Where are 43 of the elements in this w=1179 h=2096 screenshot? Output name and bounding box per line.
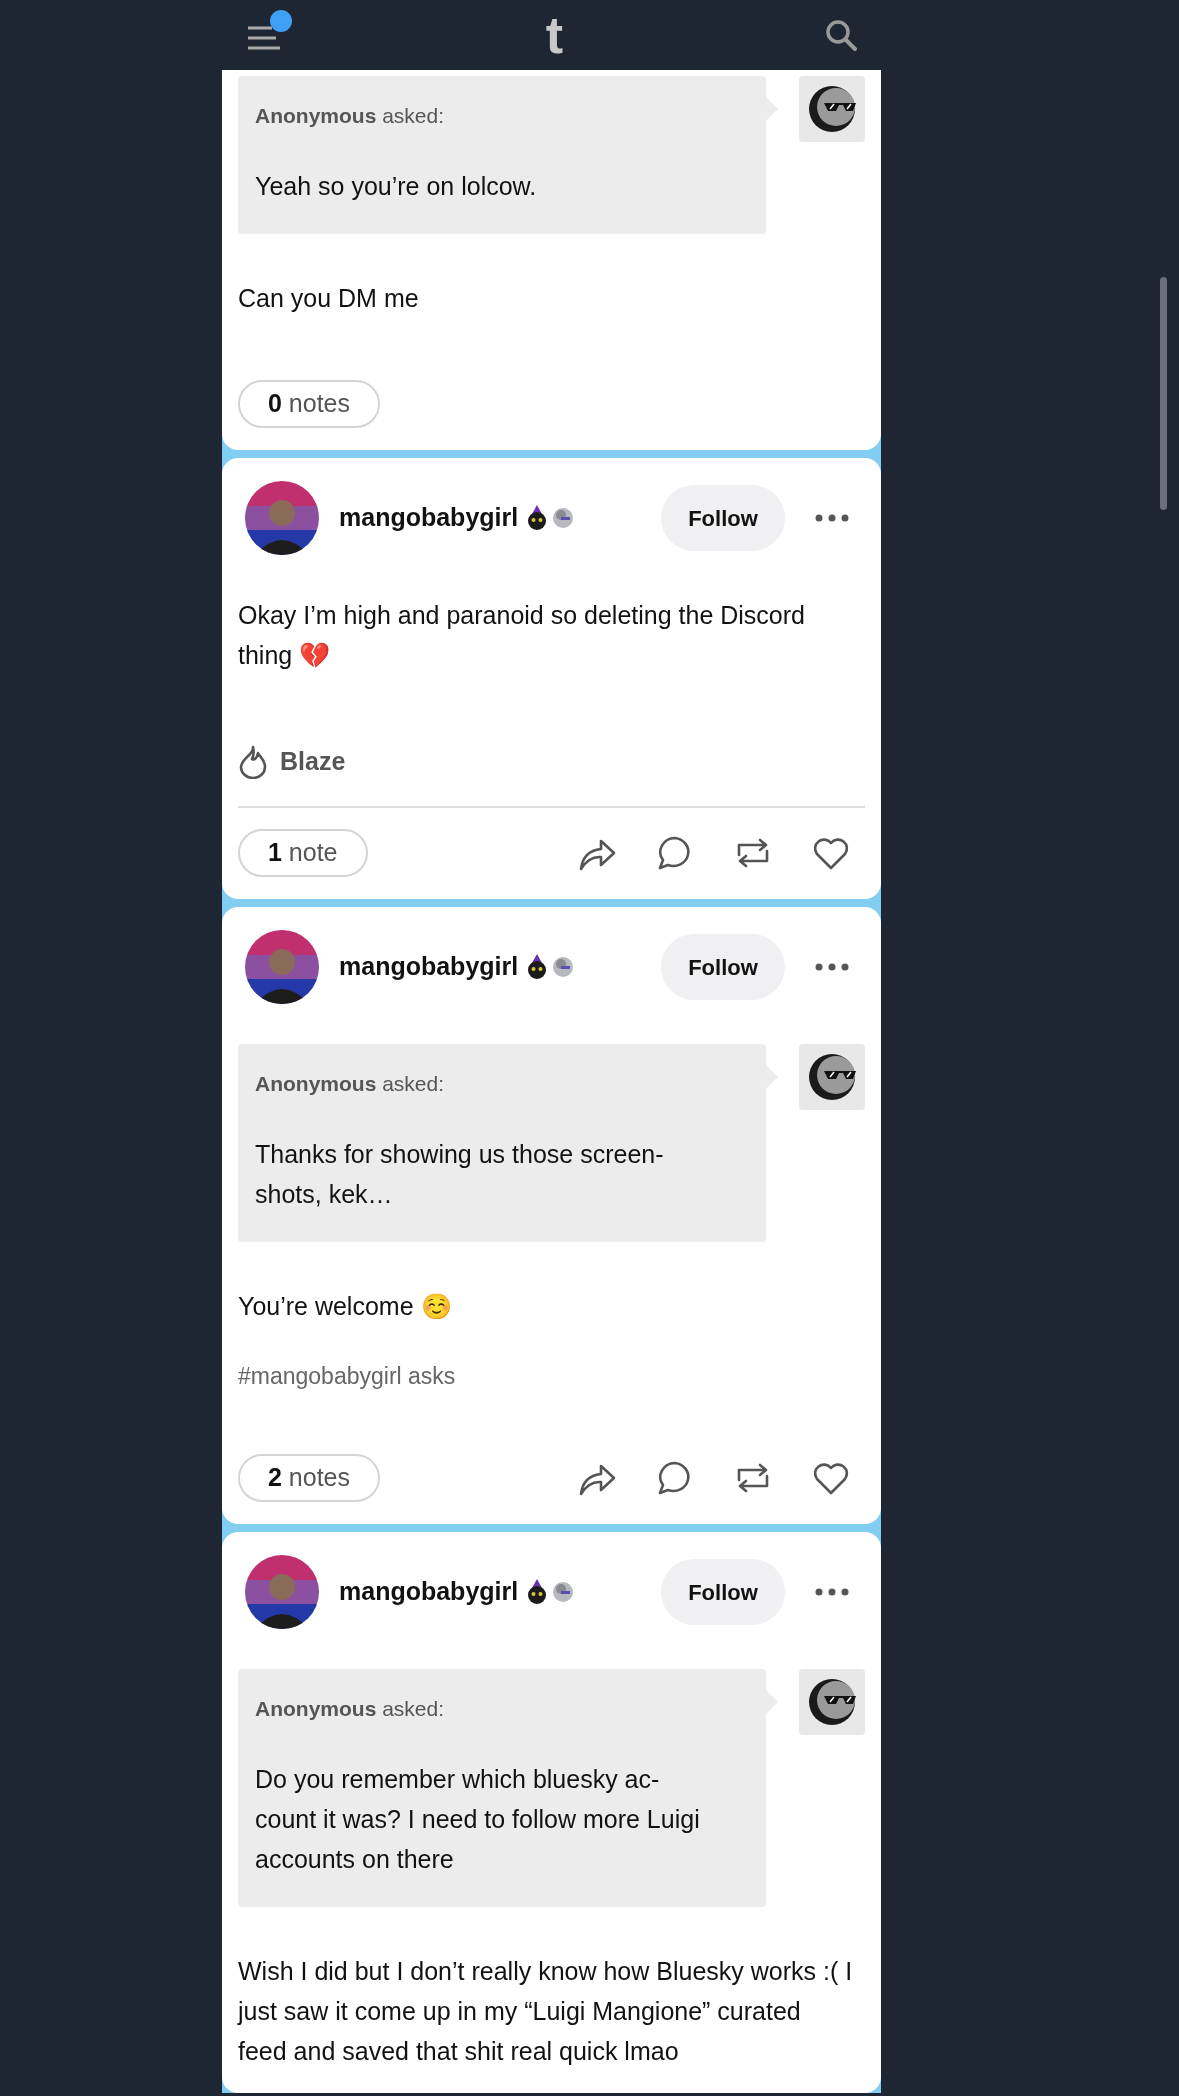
follow-button[interactable]: Follow	[661, 1559, 785, 1625]
notes-count[interactable]: 0 notes	[238, 380, 381, 428]
post-text: Can you DM me	[238, 283, 420, 314]
ask-question: count it was? I need to follow more Luigi	[255, 1804, 701, 1835]
username[interactable]: mangobabygirl	[339, 948, 519, 986]
tumblr-logo[interactable]: t	[545, 9, 564, 61]
notes-count[interactable]: 1 note	[238, 829, 368, 877]
blaze-link[interactable]: Blaze	[280, 743, 346, 781]
ask-question: Thanks for showing us those screen-	[255, 1139, 665, 1170]
cat-badge-icon	[526, 505, 549, 531]
ask-question: Yeah so you’re on lolcow.	[255, 171, 538, 202]
ask-label: Anonymous asked:	[255, 1071, 446, 1097]
post-tag[interactable]: #mangobabygirl asks	[238, 1356, 456, 1396]
follow-button[interactable]: Follow	[661, 485, 785, 551]
search-icon[interactable]	[825, 19, 857, 51]
post-text: You’re welcome ☺	[238, 1291, 453, 1322]
ask-label: Anonymous asked:	[255, 1696, 446, 1722]
statue-badge-icon	[552, 506, 575, 530]
user-avatar[interactable]	[245, 481, 319, 555]
username[interactable]: mangobabygirl	[339, 1573, 519, 1611]
anonymous-avatar	[799, 1669, 865, 1735]
post-text: Wish I did but I don’t really know how Bluesky works :( I just saw it come up in my “Luigi Mangione” curated feed and saved that shit real quick lmao	[238, 1956, 854, 2067]
ask-question: accounts on there	[255, 1844, 455, 1875]
cat-badge-icon	[526, 1579, 549, 1605]
user-avatar[interactable]	[245, 1555, 319, 1629]
scrollbar[interactable]	[1160, 277, 1167, 510]
more-options-icon[interactable]	[815, 514, 849, 522]
ask-label: Anonymous asked:	[255, 103, 446, 129]
username[interactable]: mangobabygirl	[339, 499, 519, 537]
post-text: Okay I’m high and paranoid so deleting the Discord thing 💔	[238, 600, 806, 671]
notes-count[interactable]: 2 notes	[238, 1454, 381, 1502]
more-options-icon[interactable]	[815, 963, 849, 971]
anonymous-avatar	[799, 76, 865, 142]
ask-question: shots, kek…	[255, 1179, 394, 1210]
flame-icon[interactable]	[238, 745, 268, 779]
anonymous-avatar	[799, 1044, 865, 1110]
follow-button[interactable]: Follow	[661, 934, 785, 1000]
more-options-icon[interactable]	[815, 1588, 849, 1596]
statue-badge-icon	[552, 1580, 575, 1604]
ask-question: Do you remember which bluesky ac-	[255, 1764, 661, 1795]
user-avatar[interactable]	[245, 930, 319, 1004]
statue-badge-icon	[552, 955, 575, 979]
cat-badge-icon	[526, 954, 549, 980]
